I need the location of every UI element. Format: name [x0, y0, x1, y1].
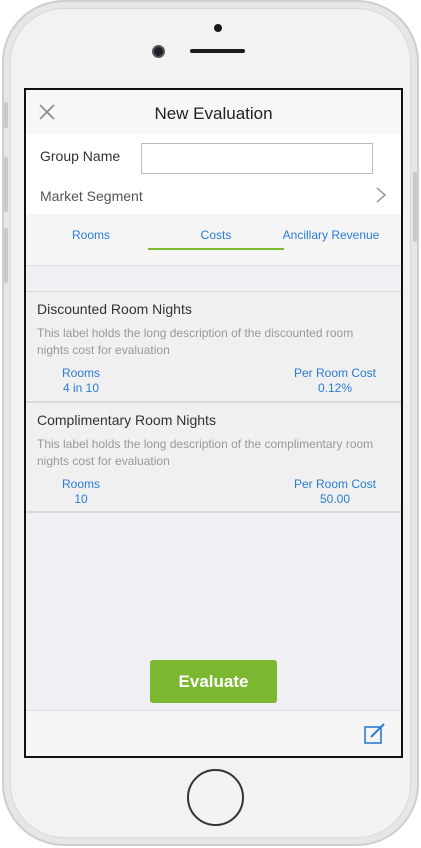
power-button [413, 172, 417, 242]
rooms-value: 10 [74, 492, 88, 506]
nav-header: New Evaluation [26, 90, 401, 134]
chevron-right-icon [376, 187, 387, 203]
rooms-metric: Rooms 4 in 10 [51, 366, 111, 396]
bottom-toolbar [26, 710, 401, 756]
tab-rooms[interactable]: Rooms [46, 228, 136, 242]
per-room-cost-label: Per Room Cost [293, 477, 377, 491]
rooms-label: Rooms [61, 366, 100, 380]
group-name-input[interactable] [141, 143, 373, 174]
per-room-cost-metric: Per Room Cost 0.12% [285, 366, 385, 396]
cost-item-description: This label holds the long description of… [37, 437, 374, 468]
cost-item-discounted[interactable]: Discounted Room Nights This label holds … [26, 292, 401, 403]
active-tab-indicator [148, 248, 284, 250]
rooms-label: Rooms [61, 477, 100, 491]
cost-item-description: This label holds the long description of… [37, 326, 354, 357]
home-button[interactable] [187, 769, 244, 826]
volume-up-button [4, 157, 8, 212]
group-name-label: Group Name [40, 148, 121, 164]
front-camera [152, 45, 165, 58]
cost-item-title: Complimentary Room Nights [37, 412, 216, 428]
evaluate-button[interactable]: Evaluate [150, 660, 277, 703]
proximity-sensor [214, 24, 222, 32]
volume-down-button [4, 228, 8, 283]
app-screen: New Evaluation Group Name Market Segment… [24, 88, 403, 758]
market-segment-label: Market Segment [40, 188, 143, 204]
tab-ancillary-revenue[interactable]: Ancillary Revenue [276, 228, 386, 242]
earpiece-speaker [190, 49, 245, 53]
page-title: New Evaluation [154, 104, 273, 123]
evaluation-form: Group Name Market Segment [26, 134, 401, 214]
cost-item-complimentary[interactable]: Complimentary Room Nights This label hol… [26, 403, 401, 513]
edit-icon[interactable] [363, 722, 387, 746]
per-room-cost-label: Per Room Cost [293, 366, 377, 380]
per-room-cost-metric: Per Room Cost 50.00 [285, 477, 385, 507]
rooms-value: 4 in 10 [62, 381, 100, 395]
mute-switch [4, 102, 8, 128]
cost-item-title: Discounted Room Nights [37, 301, 192, 317]
tab-costs[interactable]: Costs [148, 228, 284, 242]
section-spacer [26, 266, 401, 292]
tab-bar: Rooms Costs Ancillary Revenue [26, 214, 401, 266]
per-room-cost-value: 50.00 [319, 492, 351, 506]
rooms-metric: Rooms 10 [51, 477, 111, 507]
market-segment-row[interactable]: Market Segment [26, 178, 401, 212]
per-room-cost-value: 0.12% [317, 381, 353, 395]
